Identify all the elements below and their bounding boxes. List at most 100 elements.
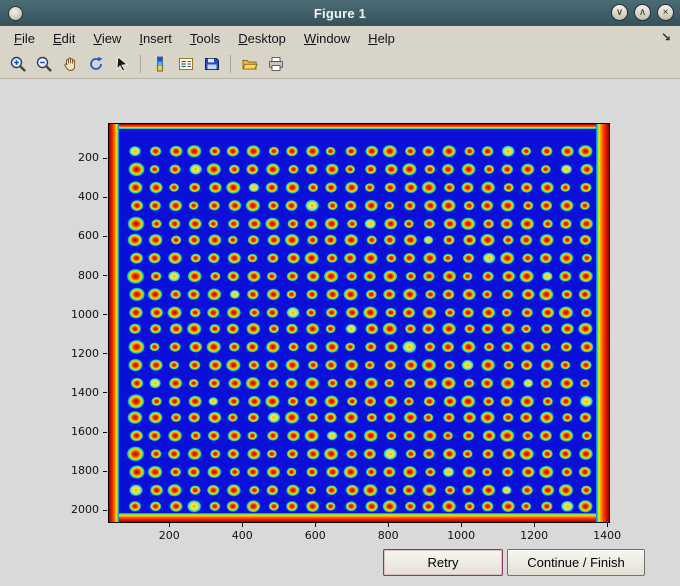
save-icon [204, 58, 219, 70]
well-spot [324, 217, 340, 231]
zoom-in-button[interactable] [6, 53, 29, 76]
well-spot [186, 322, 202, 336]
plate-background [109, 124, 609, 522]
well-spot [384, 359, 397, 371]
well-spot [344, 377, 358, 389]
well-spot [540, 484, 555, 497]
well-spot [520, 359, 534, 371]
menu-item-edit[interactable]: Edit [44, 28, 84, 49]
well-spot [286, 467, 297, 477]
rotate-3d-button[interactable] [84, 53, 107, 76]
well-spot [286, 252, 301, 265]
menu-item-view[interactable]: View [84, 28, 130, 49]
menu-item-window[interactable]: Window [295, 28, 359, 49]
well-spot [405, 271, 417, 282]
well-spot [168, 395, 181, 407]
well-spot [305, 145, 320, 158]
well-spot [540, 181, 555, 194]
well-spot [479, 410, 496, 425]
well-spot [245, 198, 261, 213]
well-spot [442, 288, 455, 300]
continue-finish-button[interactable]: Continue / Finish [507, 549, 645, 576]
well-spot [424, 289, 436, 300]
dock-figure-icon[interactable]: ↘ [661, 30, 671, 44]
well-spot [344, 181, 359, 194]
well-spot [305, 289, 319, 300]
well-spot [383, 200, 395, 211]
well-spot [169, 289, 182, 300]
well-spot [383, 234, 397, 246]
well-spot [168, 199, 183, 212]
well-spot [403, 233, 418, 247]
well-spot [151, 218, 163, 229]
well-spot [247, 412, 260, 423]
window-menu-icon[interactable] [8, 5, 23, 21]
well-spot [305, 485, 317, 495]
well-spot [483, 342, 495, 352]
well-spot [266, 252, 280, 264]
well-spot [227, 235, 239, 245]
well-spot [128, 287, 146, 302]
menu-item-file[interactable]: File [5, 28, 44, 49]
well-spot [482, 218, 495, 229]
well-spot [421, 323, 436, 335]
pan-button[interactable] [58, 53, 81, 76]
well-spot [403, 181, 418, 194]
title-bar[interactable]: Figure 1 ∨ ∧ × [0, 0, 680, 26]
well-spot [403, 252, 416, 264]
well-spot [303, 429, 320, 443]
x-tick-mark [241, 523, 243, 527]
well-spot [343, 429, 357, 442]
menu-item-tools[interactable]: Tools [181, 28, 229, 49]
well-spot [286, 429, 301, 442]
zoom-out-button[interactable] [32, 53, 55, 76]
data-cursor-button[interactable] [110, 53, 133, 76]
well-spot [403, 359, 418, 372]
plot-area[interactable] [108, 123, 610, 523]
well-spot [345, 501, 358, 512]
well-spot [190, 253, 202, 263]
well-spot [560, 182, 571, 193]
well-spot [168, 360, 180, 370]
well-spot [150, 448, 162, 459]
well-spot [405, 449, 417, 459]
well-spot [364, 500, 379, 513]
well-spot [442, 270, 457, 283]
well-spot [521, 253, 534, 264]
well-spot [307, 182, 319, 193]
insert-legend-button[interactable] [174, 53, 197, 76]
well-spot [266, 271, 278, 281]
print-figure-button[interactable] [264, 53, 287, 76]
minimize-button[interactable]: ∨ [611, 4, 628, 21]
menu-item-desktop[interactable]: Desktop [229, 28, 295, 49]
well-spot [403, 396, 415, 407]
well-spot [325, 466, 340, 478]
well-spot [579, 411, 592, 424]
well-spot [421, 306, 437, 320]
well-spot [227, 429, 242, 442]
well-spot [578, 466, 592, 478]
save-figure-button[interactable] [200, 53, 223, 76]
retry-button[interactable]: Retry [383, 549, 503, 576]
open-folder-icon [241, 60, 258, 70]
well-spot [481, 467, 493, 477]
well-spot [480, 181, 496, 194]
well-spot [364, 377, 379, 390]
maximize-button[interactable]: ∧ [634, 4, 651, 21]
legend-icon [178, 58, 193, 70]
well-spot [326, 430, 338, 441]
well-spot [186, 144, 202, 158]
x-tick-mark [168, 523, 170, 527]
well-spot [148, 233, 164, 247]
insert-colorbar-button[interactable] [148, 53, 171, 76]
open-file-button[interactable] [238, 53, 261, 76]
well-spot [500, 218, 514, 230]
well-spot [207, 233, 222, 247]
well-spot [539, 252, 553, 264]
well-spot [186, 499, 202, 513]
menu-item-help[interactable]: Help [359, 28, 404, 49]
close-button[interactable]: × [657, 4, 674, 21]
menu-item-insert[interactable]: Insert [130, 28, 181, 49]
well-spot [520, 340, 535, 354]
well-spot [483, 164, 495, 175]
